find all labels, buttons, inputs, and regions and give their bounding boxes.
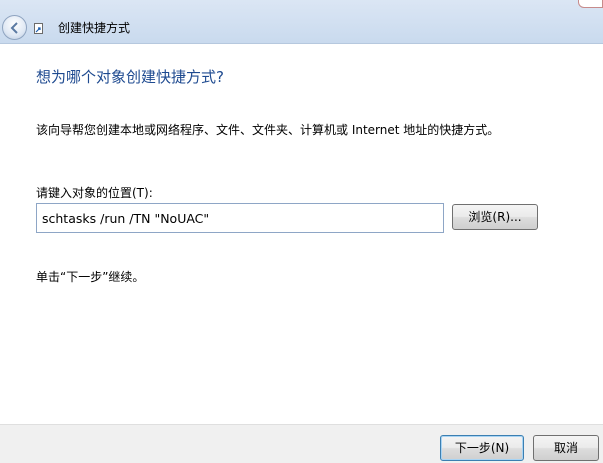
back-button[interactable] bbox=[2, 15, 27, 40]
browse-button[interactable]: 浏览(R)... bbox=[452, 204, 538, 230]
next-button[interactable]: 下一步(N) bbox=[440, 435, 524, 461]
wizard-heading: 想为哪个对象创建快捷方式? bbox=[36, 68, 224, 86]
title-bar: 创建快捷方式 bbox=[0, 0, 603, 44]
shortcut-icon bbox=[34, 23, 43, 34]
back-arrow-icon bbox=[10, 22, 18, 34]
cancel-button[interactable]: 取消 bbox=[533, 435, 599, 461]
close-button[interactable] bbox=[578, 0, 603, 8]
window-title: 创建快捷方式 bbox=[58, 21, 131, 35]
wizard-description: 该向导帮您创建本地或网络程序、文件、文件夹、计算机或 Internet 地址的快… bbox=[36, 123, 500, 137]
location-label: 请键入对象的位置(T): bbox=[36, 186, 153, 200]
continue-hint: 单击“下一步”继续。 bbox=[36, 270, 145, 284]
location-input[interactable] bbox=[36, 203, 444, 233]
